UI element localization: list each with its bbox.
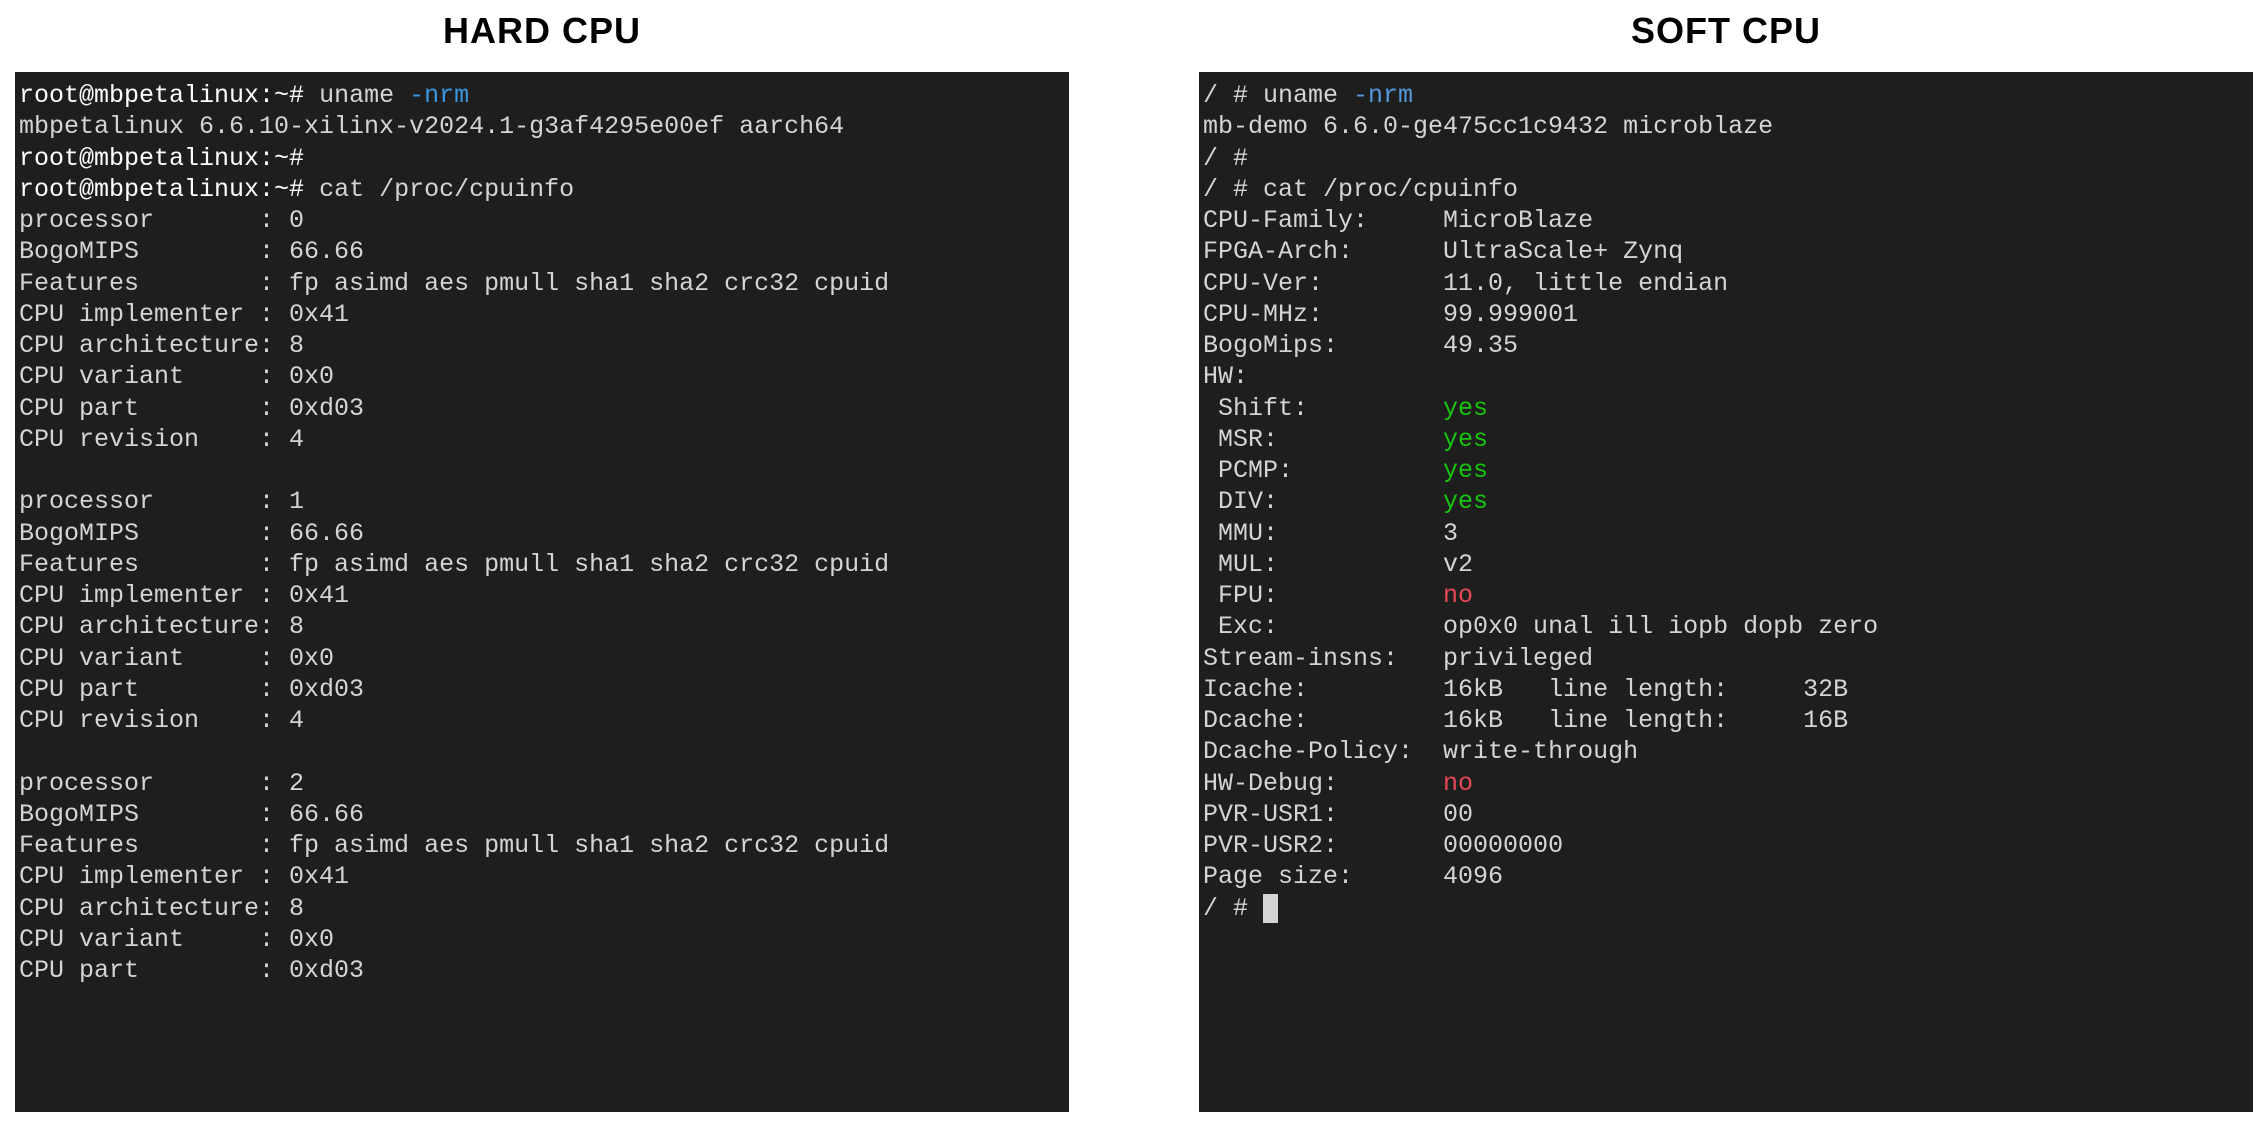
cpuinfo-line: BogoMIPS : 66.66 — [19, 800, 364, 829]
cat-cmd: cat /proc/cpuinfo — [319, 175, 574, 204]
hw-row-label: MUL: — [1203, 550, 1443, 579]
cpuinfo-line: CPU part : 0xd03 — [19, 675, 364, 704]
prompt: / # — [1203, 894, 1263, 923]
cpuinfo-line: CPU variant : 0x0 — [19, 362, 334, 391]
post-row-label: PVR-USR2: — [1203, 831, 1443, 860]
soft-cpu-terminal[interactable]: / # uname -nrm mb-demo 6.6.0-ge475cc1c94… — [1199, 72, 2253, 1112]
hard-cpu-column: HARD CPU root@mbpetalinux:~# uname -nrm … — [15, 10, 1069, 1112]
hw-row-label: PCMP: — [1203, 456, 1443, 485]
uname-output: mb-demo 6.6.0-ge475cc1c9432 microblaze — [1203, 112, 1773, 141]
hw-label: HW: — [1203, 362, 1248, 391]
post-row-value: 4096 — [1443, 862, 1503, 891]
cpuinfo-value: 11.0, little endian — [1443, 269, 1728, 298]
cpuinfo-label: BogoMips: — [1203, 331, 1443, 360]
post-row-label: Stream-insns: — [1203, 644, 1443, 673]
cpuinfo-label: CPU-MHz: — [1203, 300, 1443, 329]
prompt: root@mbpetalinux:~# — [19, 144, 319, 173]
hw-row-value: op0x0 unal ill iopb dopb zero — [1443, 612, 1878, 641]
cpuinfo-value: 49.35 — [1443, 331, 1518, 360]
prompt: / # — [1203, 81, 1263, 110]
cursor-icon — [1263, 894, 1278, 923]
cpuinfo-line: CPU architecture: 8 — [19, 894, 304, 923]
cpuinfo-value: MicroBlaze — [1443, 206, 1593, 235]
post-row-value: 00 — [1443, 800, 1473, 829]
post-row-value: 00000000 — [1443, 831, 1563, 860]
hard-cpu-heading: HARD CPU — [15, 10, 1069, 52]
uname-flag: -nrm — [409, 81, 469, 110]
cpuinfo-line: processor : 0 — [19, 206, 304, 235]
cpuinfo-line: CPU variant : 0x0 — [19, 925, 334, 954]
cpuinfo-line: Features : fp asimd aes pmull sha1 sha2 … — [19, 269, 889, 298]
cpuinfo-line: Features : fp asimd aes pmull sha1 sha2 … — [19, 550, 889, 579]
post-row-label: HW-Debug: — [1203, 769, 1443, 798]
cpuinfo-label: CPU-Family: — [1203, 206, 1443, 235]
soft-cpu-heading: SOFT CPU — [1199, 10, 2253, 52]
hw-row-label: MMU: — [1203, 519, 1443, 548]
cpuinfo-line: CPU architecture: 8 — [19, 612, 304, 641]
uname-cmd: uname — [319, 81, 409, 110]
post-row-value: write-through — [1443, 737, 1638, 766]
cpuinfo-line: CPU implementer : 0x41 — [19, 862, 349, 891]
cpuinfo-line: CPU part : 0xd03 — [19, 394, 364, 423]
cpuinfo-line: CPU revision : 4 — [19, 425, 304, 454]
cat-cmd: cat /proc/cpuinfo — [1263, 175, 1518, 204]
hw-row-label: DIV: — [1203, 487, 1443, 516]
post-row-value: 16kB line length: 32B — [1443, 675, 1848, 704]
cpuinfo-value: 99.999001 — [1443, 300, 1578, 329]
post-row-label: Dcache-Policy: — [1203, 737, 1443, 766]
hw-row-value: yes — [1443, 487, 1488, 516]
post-row-value: 16kB line length: 16B — [1443, 706, 1848, 735]
post-row-value: no — [1443, 769, 1473, 798]
uname-output: mbpetalinux 6.6.10-xilinx-v2024.1-g3af42… — [19, 112, 844, 141]
soft-cpu-column: SOFT CPU / # uname -nrm mb-demo 6.6.0-ge… — [1199, 10, 2253, 1112]
hw-row-label: Exc: — [1203, 612, 1443, 641]
prompt: / # — [1203, 144, 1263, 173]
hw-row-label: Shift: — [1203, 394, 1443, 423]
cpuinfo-line: BogoMIPS : 66.66 — [19, 519, 364, 548]
uname-cmd: uname — [1263, 81, 1353, 110]
cpuinfo-line: processor : 2 — [19, 769, 304, 798]
cpuinfo-line: CPU architecture: 8 — [19, 331, 304, 360]
hw-row-value: yes — [1443, 425, 1488, 454]
hw-row-value: yes — [1443, 456, 1488, 485]
cpuinfo-value: UltraScale+ Zynq — [1443, 237, 1683, 266]
cpuinfo-line: CPU variant : 0x0 — [19, 644, 334, 673]
uname-flag: -nrm — [1353, 81, 1413, 110]
hw-row-value: v2 — [1443, 550, 1473, 579]
prompt: root@mbpetalinux:~# — [19, 175, 319, 204]
cpuinfo-label: FPGA-Arch: — [1203, 237, 1443, 266]
cpuinfo-label: CPU-Ver: — [1203, 269, 1443, 298]
prompt: root@mbpetalinux:~# — [19, 81, 319, 110]
hw-row-value: no — [1443, 581, 1473, 610]
post-row-value: privileged — [1443, 644, 1593, 673]
cpuinfo-line: Features : fp asimd aes pmull sha1 sha2 … — [19, 831, 889, 860]
hw-row-label: FPU: — [1203, 581, 1443, 610]
cpuinfo-line: CPU implementer : 0x41 — [19, 581, 349, 610]
cpuinfo-line: CPU implementer : 0x41 — [19, 300, 349, 329]
page-container: HARD CPU root@mbpetalinux:~# uname -nrm … — [15, 10, 2253, 1112]
post-row-label: Page size: — [1203, 862, 1443, 891]
cpuinfo-line: CPU revision : 4 — [19, 706, 304, 735]
prompt: / # — [1203, 175, 1263, 204]
cpuinfo-line: processor : 1 — [19, 487, 304, 516]
cpuinfo-line: CPU part : 0xd03 — [19, 956, 364, 985]
cpuinfo-line: BogoMIPS : 66.66 — [19, 237, 364, 266]
hw-row-label: MSR: — [1203, 425, 1443, 454]
hard-cpu-terminal[interactable]: root@mbpetalinux:~# uname -nrm mbpetalin… — [15, 72, 1069, 1112]
post-row-label: Icache: — [1203, 675, 1443, 704]
hw-row-value: 3 — [1443, 519, 1458, 548]
hw-row-value: yes — [1443, 394, 1488, 423]
post-row-label: PVR-USR1: — [1203, 800, 1443, 829]
post-row-label: Dcache: — [1203, 706, 1443, 735]
